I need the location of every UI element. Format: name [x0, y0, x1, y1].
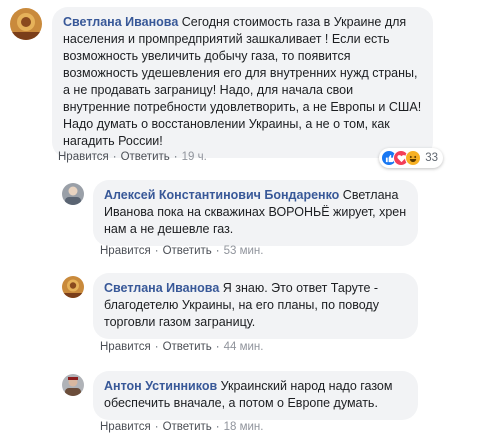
reply-link[interactable]: Ответить [121, 151, 170, 163]
reply-link[interactable]: Ответить [163, 421, 212, 433]
reactions-count: 33 [425, 151, 438, 164]
reply-link[interactable]: Ответить [163, 341, 212, 353]
comment-author[interactable]: Алексей Константинович Бондаренко [104, 188, 339, 202]
haha-icon [405, 150, 422, 166]
comment-1: Светлана Иванова Сегодня стоимость газа … [10, 7, 443, 168]
reply-link[interactable]: Ответить [163, 245, 212, 257]
comment-author[interactable]: Светлана Иванова [104, 281, 219, 295]
comment-bubble: Светлана Иванова Я знаю. Это ответ Тарут… [93, 273, 418, 339]
like-link[interactable]: Нравится [100, 421, 151, 433]
like-link[interactable]: Нравится [100, 341, 151, 353]
comment-author[interactable]: Антон Устинников [104, 379, 217, 393]
comment-2: Алексей Константинович Бондаренко Светла… [62, 180, 418, 246]
reactions-summary[interactable]: 33 [379, 148, 443, 168]
like-link[interactable]: Нравится [58, 151, 109, 163]
comment-4: Антон Устинников Украинский народ надо г… [62, 371, 418, 420]
comment-time[interactable]: 53 мин. [224, 245, 264, 257]
comment-time[interactable]: 18 мин. [224, 421, 264, 433]
comment-3: Светлана Иванова Я знаю. Это ответ Тарут… [62, 273, 418, 339]
comment-bubble: Антон Устинников Украинский народ надо г… [93, 371, 418, 420]
comment-actions: Нравится · Ответить · 19 ч. [58, 151, 207, 163]
comment-bubble: Алексей Константинович Бондаренко Светла… [93, 180, 418, 246]
comment-time[interactable]: 19 ч. [182, 151, 207, 163]
avatar[interactable] [62, 374, 84, 396]
like-link[interactable]: Нравится [100, 245, 151, 257]
avatar[interactable] [62, 183, 84, 205]
avatar[interactable] [10, 8, 42, 40]
comment-author[interactable]: Светлана Иванова [63, 15, 178, 29]
comment-time[interactable]: 44 мин. [224, 341, 264, 353]
avatar[interactable] [62, 276, 84, 298]
comment-actions: Нравится · Ответить · 18 мин. [100, 421, 264, 433]
comment-text: Сегодня стоимость газа в Украине для нас… [63, 15, 422, 148]
comment-actions: Нравится · Ответить · 53 мин. [100, 245, 264, 257]
comment-bubble: Светлана Иванова Сегодня стоимость газа … [52, 7, 443, 168]
comment-actions: Нравится · Ответить · 44 мин. [100, 341, 264, 353]
